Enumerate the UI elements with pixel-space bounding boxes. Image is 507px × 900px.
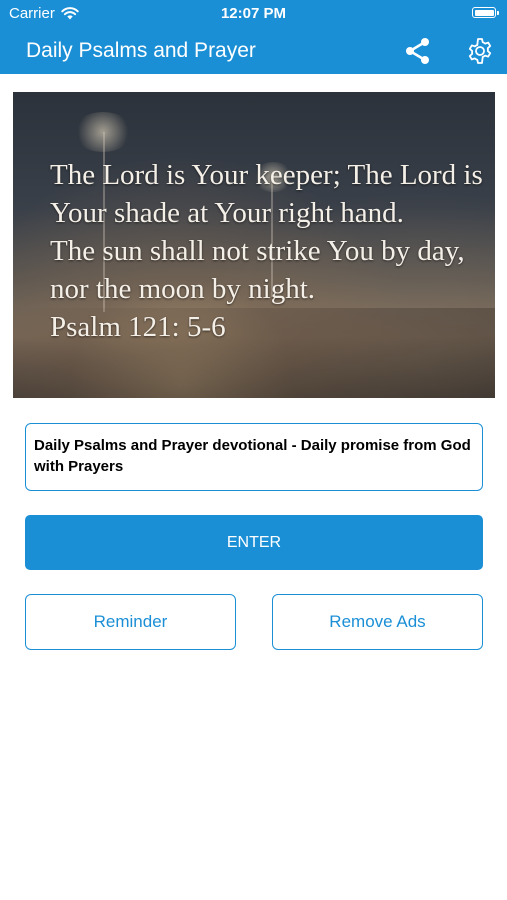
gear-icon — [468, 38, 492, 64]
enter-button-label: ENTER — [226, 533, 282, 551]
remove-ads-button-label: Remove Ads — [329, 612, 426, 631]
verse-line: The Lord is Your keeper; The Lord is — [50, 159, 483, 191]
verse-image: The Lord is Your keeper; The Lord is You… — [13, 92, 495, 398]
reminder-button[interactable]: Reminder — [25, 594, 236, 650]
top-bar: Carrier 12:07 PM Daily Psalms and Prayer — [0, 0, 507, 74]
description-text: Daily Psalms and Prayer devotional - Dai… — [34, 437, 471, 475]
verse-text: The Lord is Your keeper; The Lord is You… — [50, 156, 483, 346]
remove-ads-button[interactable]: Remove Ads — [272, 594, 483, 650]
enter-button[interactable]: ENTER — [25, 515, 483, 570]
reminder-button-label: Reminder — [93, 612, 168, 631]
verse-reference: Psalm 121: 5-6 — [50, 311, 226, 343]
status-time: 12:07 PM — [220, 5, 287, 22]
status-bar: Carrier 12:07 PM — [0, 0, 507, 28]
battery-icon — [472, 7, 499, 18]
settings-button[interactable] — [465, 36, 495, 66]
description-box: Daily Psalms and Prayer devotional - Dai… — [25, 423, 483, 491]
verse-line: The sun shall not strike You by day, — [50, 235, 465, 267]
share-icon — [406, 38, 429, 64]
share-button[interactable] — [403, 36, 433, 66]
verse-line: Your shade at Your right hand. — [50, 197, 404, 229]
page-title: Daily Psalms and Prayer — [26, 39, 256, 62]
verse-line: nor the moon by night. — [50, 273, 316, 305]
